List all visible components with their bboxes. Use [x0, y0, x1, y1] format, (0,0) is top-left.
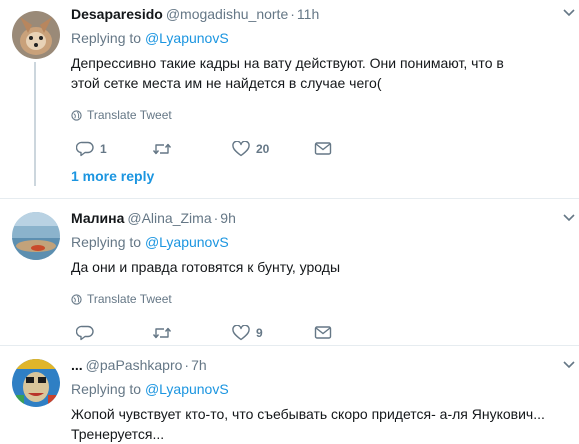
retweet-button[interactable] — [152, 141, 172, 157]
like-count: 20 — [256, 142, 270, 156]
user-handle[interactable]: @paPashkapro — [86, 357, 183, 373]
tweet-header: Малина @Alina_Zima · 9h — [71, 208, 569, 228]
display-name[interactable]: Desaparesido — [71, 6, 163, 22]
separator-dot: · — [290, 6, 295, 22]
tweet-actions: 9 — [71, 325, 569, 341]
replying-to-label: Replying to — [71, 234, 142, 250]
like-button[interactable]: 20 — [232, 141, 269, 157]
caret-down-icon[interactable] — [561, 6, 577, 20]
like-icon — [232, 325, 250, 341]
reply-button[interactable]: 1 — [76, 141, 107, 157]
globe-icon — [71, 109, 82, 121]
caret-down-icon[interactable] — [561, 358, 577, 372]
globe-icon — [71, 293, 82, 305]
message-icon — [314, 142, 332, 155]
like-icon — [232, 141, 250, 157]
reply-icon — [76, 141, 94, 157]
like-button[interactable]: 9 — [232, 325, 263, 341]
reply-mention-link[interactable]: @LyapunovS — [145, 234, 229, 250]
tweet-header: Desaparesido @mogadishu_norte · 11h — [71, 4, 569, 24]
tweet-2[interactable]: Малина @Alina_Zima · 9h Replying to @Lyapun… — [0, 199, 579, 345]
reply-mention-link[interactable]: @LyapunovS — [145, 381, 229, 397]
message-icon — [314, 326, 332, 339]
more-replies-link[interactable]: 1 more reply — [71, 168, 154, 184]
separator-dot: · — [184, 357, 190, 373]
retweet-icon — [152, 143, 172, 155]
like-count: 9 — [256, 326, 263, 340]
reply-count: 1 — [100, 142, 107, 156]
replying-to: Replying to @LyapunovS — [71, 232, 569, 252]
display-name[interactable]: Малина — [71, 210, 124, 226]
tweet-header: ... @paPashkapro · 7h — [71, 355, 569, 375]
timestamp[interactable]: 7h — [191, 357, 207, 373]
user-handle[interactable]: @Alina_Zima — [127, 210, 211, 226]
retweet-button[interactable] — [152, 325, 172, 341]
tweet-3[interactable]: ... @paPashkapro · 7h Replying to @Lyapunov… — [0, 346, 579, 444]
caret-down-icon[interactable] — [561, 211, 577, 225]
avatar[interactable] — [12, 11, 60, 59]
display-name[interactable]: ... — [71, 357, 83, 373]
retweet-icon — [152, 327, 172, 339]
tweet-text: Да они и правда готовятся к бунту, уроды — [71, 259, 341, 275]
replying-to-label: Replying to — [71, 381, 142, 397]
replying-to: Replying to @LyapunovS — [71, 379, 569, 399]
reply-mention-link[interactable]: @LyapunovS — [145, 30, 229, 46]
reply-icon — [76, 325, 94, 341]
avatar[interactable] — [12, 212, 60, 260]
translate-label: Translate Tweet — [87, 108, 172, 122]
translate-tweet-link[interactable]: Translate Tweet — [71, 291, 569, 307]
translate-tweet-link[interactable]: Translate Tweet — [71, 107, 569, 123]
timestamp[interactable]: 11h — [297, 6, 319, 22]
replying-to-label: Replying to — [71, 30, 142, 46]
avatar[interactable] — [12, 359, 60, 407]
user-handle[interactable]: @mogadishu_norte — [166, 6, 288, 22]
translate-label: Translate Tweet — [87, 292, 172, 306]
direct-message-button[interactable] — [314, 141, 332, 157]
direct-message-button[interactable] — [314, 325, 332, 341]
reply-button[interactable] — [76, 325, 100, 341]
tweet-1[interactable]: Desaparesido @mogadishu_norte · 11h Replyin… — [0, 0, 579, 200]
thread-line — [34, 62, 36, 186]
tweet-actions: 1 20 — [71, 141, 569, 157]
tweet-text: Жопой чувствует кто-то, что съебывать ск… — [71, 406, 545, 442]
separator-dot: · — [213, 210, 219, 226]
timestamp[interactable]: 9h — [220, 210, 236, 226]
tweet-text: Депрессивно такие кадры на вату действую… — [71, 55, 504, 91]
replying-to: Replying to @LyapunovS — [71, 28, 569, 48]
